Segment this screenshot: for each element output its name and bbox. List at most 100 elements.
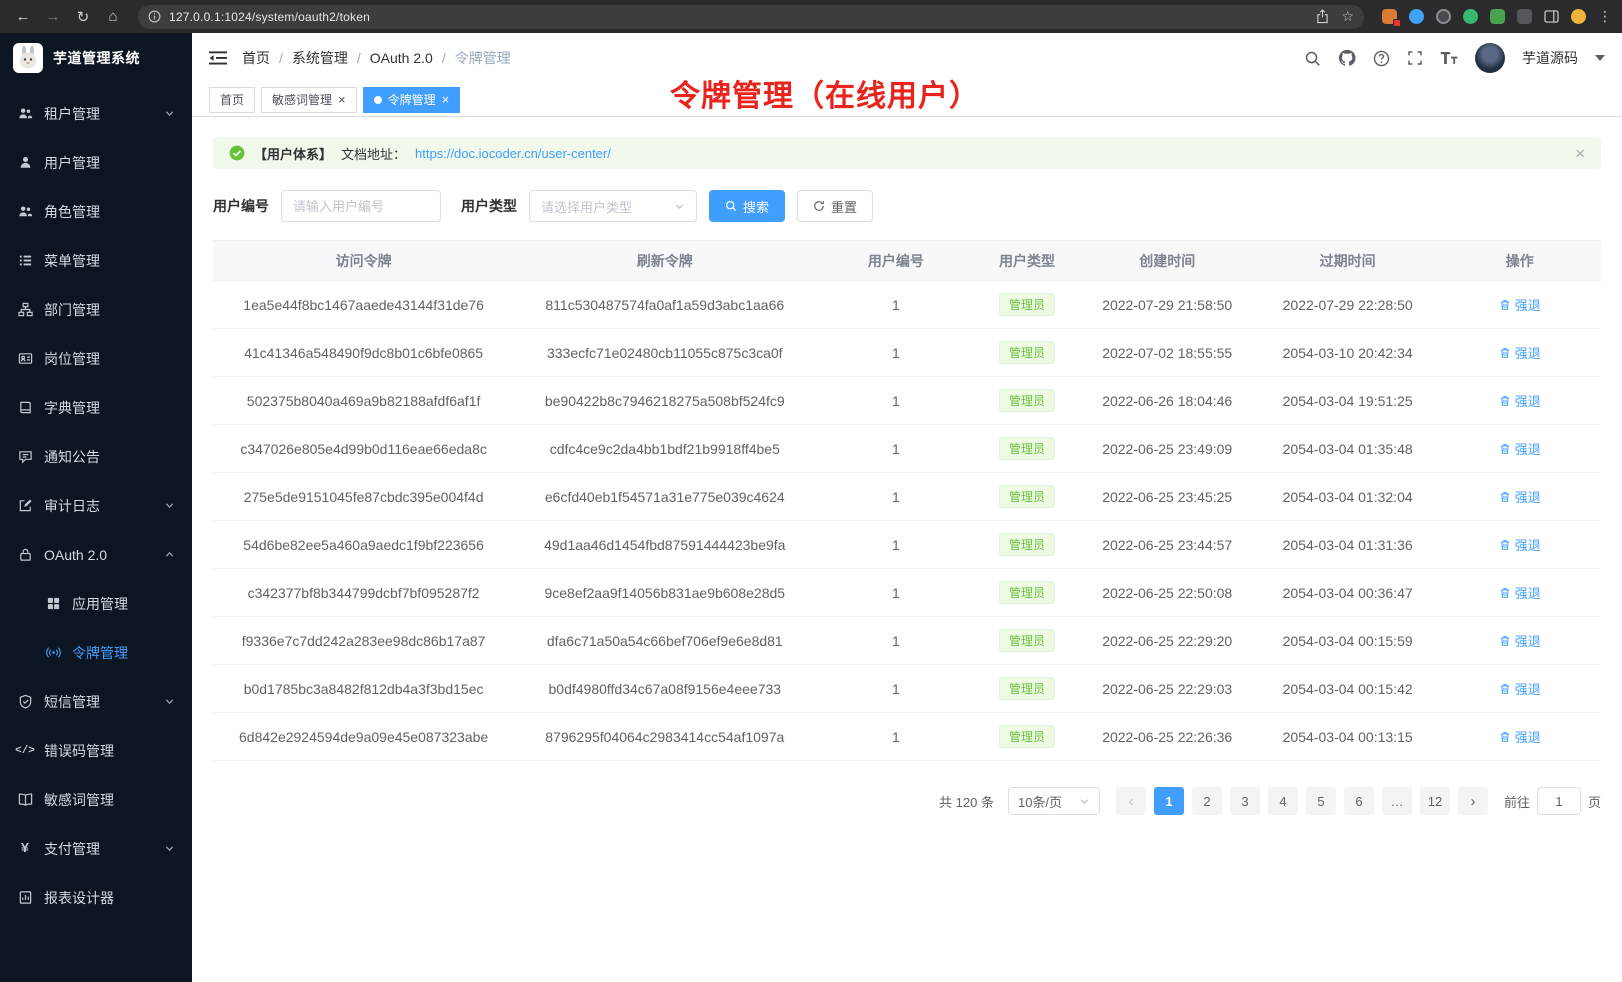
sidebar-item-oauth2-app[interactable]: 应用管理 — [0, 579, 192, 628]
search-button[interactable]: 搜索 — [709, 190, 785, 222]
reset-button[interactable]: 重置 — [797, 190, 873, 222]
sidebar-item-role[interactable]: 角色管理 — [0, 187, 192, 236]
force-logout-button[interactable]: 强退 — [1499, 487, 1541, 506]
user-name[interactable]: 芋道源码 — [1522, 48, 1578, 68]
goto-page-input[interactable] — [1537, 787, 1581, 815]
search-icon[interactable] — [1304, 50, 1321, 67]
action-cell: 强退 — [1439, 473, 1601, 521]
browser-address-bar[interactable]: 127.0.0.1:1024/system/oauth2/token ☆ — [138, 5, 1364, 29]
sidebar-item-label: 用户管理 — [44, 153, 100, 173]
tab-token[interactable]: 令牌管理× — [363, 87, 461, 113]
sidebar-item-dept[interactable]: 部门管理 — [0, 285, 192, 334]
bookmark-star-icon[interactable]: ☆ — [1341, 8, 1354, 25]
page-button-4[interactable]: 4 — [1268, 787, 1298, 815]
sidebar-item-dict[interactable]: 字典管理 — [0, 383, 192, 432]
github-icon[interactable] — [1338, 49, 1356, 67]
page-info-icon[interactable] — [148, 10, 161, 23]
created-time-cell: 2022-06-25 22:26:36 — [1078, 713, 1257, 761]
fullscreen-icon[interactable] — [1407, 50, 1423, 66]
force-logout-button[interactable]: 强退 — [1499, 343, 1541, 362]
extension-icon[interactable] — [1463, 9, 1478, 24]
sidebar-item-notice[interactable]: 通知公告 — [0, 432, 192, 481]
extension-icon[interactable] — [1409, 9, 1424, 24]
sidebar-item-post[interactable]: 岗位管理 — [0, 334, 192, 383]
extension-icon[interactable] — [1490, 9, 1505, 24]
force-logout-button[interactable]: 强退 — [1499, 631, 1541, 650]
sidebar-item-label: 应用管理 — [72, 594, 128, 614]
page-button-2[interactable]: 2 — [1192, 787, 1222, 815]
tab-close-icon[interactable]: × — [442, 93, 450, 106]
breadcrumb-item[interactable]: OAuth 2.0 — [370, 50, 433, 66]
side-panel-icon[interactable] — [1544, 10, 1559, 23]
column-header: 用户编号 — [815, 241, 976, 281]
force-logout-button[interactable]: 强退 — [1499, 679, 1541, 698]
extension-icon[interactable] — [1436, 9, 1451, 24]
chevron-up-icon — [164, 549, 175, 560]
prev-page-button[interactable]: ‹ — [1116, 787, 1146, 815]
extension-icon[interactable] — [1517, 9, 1532, 24]
sidebar-item-menu[interactable]: 菜单管理 — [0, 236, 192, 285]
user-type-cell: 管理员 — [976, 281, 1077, 329]
user-id-input[interactable] — [281, 190, 441, 222]
user-type-cell: 管理员 — [976, 665, 1077, 713]
sidebar-item-oauth2-token[interactable]: 令牌管理 — [0, 628, 192, 677]
sidebar-item-error-code[interactable]: </>错误码管理 — [0, 726, 192, 775]
sidebar-item-report[interactable]: 报表设计器 — [0, 873, 192, 922]
user-id-cell: 1 — [815, 281, 976, 329]
tab-home[interactable]: 首页 — [209, 87, 255, 113]
page-button-3[interactable]: 3 — [1230, 787, 1260, 815]
page-button-12[interactable]: 12 — [1420, 787, 1450, 815]
breadcrumb-item[interactable]: 首页 — [242, 48, 270, 68]
sidebar-item-oauth2[interactable]: OAuth 2.0 — [0, 530, 192, 579]
tab-close-icon[interactable]: × — [338, 93, 346, 106]
browser-forward-button[interactable]: → — [40, 5, 66, 29]
page-button-5[interactable]: 5 — [1306, 787, 1336, 815]
browser-home-button[interactable]: ⌂ — [100, 5, 126, 29]
sidebar-item-pay[interactable]: ¥支付管理 — [0, 824, 192, 873]
user-icon — [17, 155, 33, 170]
sidebar-item-sms[interactable]: 短信管理 — [0, 677, 192, 726]
page-size-select[interactable]: 10条/页 — [1008, 787, 1100, 815]
force-logout-label: 强退 — [1515, 343, 1541, 362]
extension-icon[interactable] — [1382, 9, 1397, 24]
alert-close-icon[interactable]: × — [1575, 145, 1585, 162]
sidebar-item-label: 支付管理 — [44, 839, 100, 859]
sidebar-item-audit-log[interactable]: 审计日志 — [0, 481, 192, 530]
share-icon[interactable] — [1316, 9, 1329, 24]
trash-icon — [1499, 587, 1511, 599]
force-logout-button[interactable]: 强退 — [1499, 583, 1541, 602]
next-page-button[interactable]: › — [1458, 787, 1488, 815]
collapse-sidebar-button[interactable] — [209, 50, 227, 66]
sidebar-item-user[interactable]: 用户管理 — [0, 138, 192, 187]
access-token-cell: c347026e805e4d99b0d116eae66eda8c — [213, 425, 514, 473]
tab-label: 首页 — [220, 91, 244, 108]
breadcrumb-item[interactable]: 系统管理 — [292, 48, 348, 68]
force-logout-button[interactable]: 强退 — [1499, 295, 1541, 314]
help-icon[interactable] — [1373, 50, 1390, 67]
chevron-down-icon — [164, 500, 175, 511]
page-ellipsis-button[interactable]: … — [1382, 787, 1412, 815]
page-button-6[interactable]: 6 — [1344, 787, 1374, 815]
sidebar-item-tenant[interactable]: 租户管理 — [0, 89, 192, 138]
font-size-icon[interactable] — [1440, 51, 1458, 65]
user-avatar[interactable] — [1475, 43, 1505, 73]
user-type-select[interactable]: 请选择用户类型 — [529, 190, 697, 222]
profile-avatar-icon[interactable] — [1571, 9, 1586, 24]
tab-sensitive-words[interactable]: 敏感词管理× — [261, 87, 357, 113]
browser-reload-button[interactable]: ↻ — [70, 5, 96, 29]
table-row: c347026e805e4d99b0d116eae66eda8ccdfc4ce9… — [213, 425, 1601, 473]
page-button-1[interactable]: 1 — [1154, 787, 1184, 815]
app-logo[interactable]: 芋道管理系统 — [0, 33, 192, 83]
force-logout-button[interactable]: 强退 — [1499, 535, 1541, 554]
sidebar-item-sensitive[interactable]: 敏感词管理 — [0, 775, 192, 824]
browser-menu-icon[interactable]: ⋮ — [1598, 8, 1612, 25]
doc-link[interactable]: https://doc.iocoder.cn/user-center/ — [415, 146, 611, 161]
access-token-cell: 41c41346a548490f9dc8b01c6bfe0865 — [213, 329, 514, 377]
table-row: b0d1785bc3a8482f812db4a3f3bd15ecb0df4980… — [213, 665, 1601, 713]
force-logout-button[interactable]: 强退 — [1499, 391, 1541, 410]
sidebar-item-label: 通知公告 — [44, 447, 100, 467]
force-logout-button[interactable]: 强退 — [1499, 439, 1541, 458]
user-menu-caret-icon[interactable] — [1595, 55, 1605, 61]
force-logout-button[interactable]: 强退 — [1499, 727, 1541, 746]
browser-back-button[interactable]: ← — [10, 5, 36, 29]
